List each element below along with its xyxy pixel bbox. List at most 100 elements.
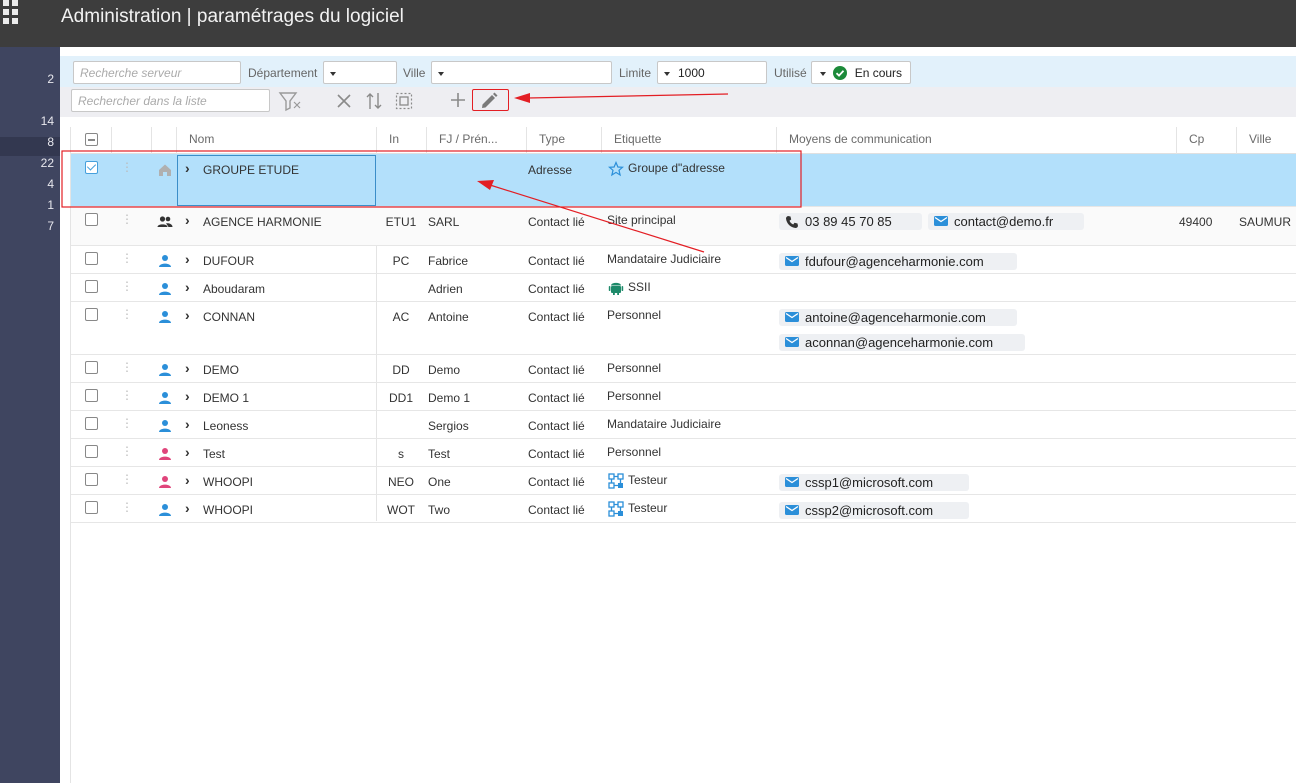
- row-menu-icon[interactable]: ⋮: [121, 252, 133, 264]
- expand-chevron-icon[interactable]: ›: [185, 388, 190, 404]
- table-row[interactable]: ⋮ › DEMO DD Demo Contact lié Personnel: [71, 355, 1296, 383]
- sort-icon[interactable]: [365, 91, 383, 111]
- expand-chevron-icon[interactable]: ›: [185, 251, 190, 267]
- row-menu-icon[interactable]: ⋮: [121, 445, 133, 457]
- select-all-icon[interactable]: [395, 92, 413, 110]
- column-divider: [601, 127, 602, 154]
- row-menu-icon[interactable]: ⋮: [121, 280, 133, 292]
- table-row[interactable]: ⋮ › Leoness Sergios Contact lié Mandataire Ju…: [71, 411, 1296, 439]
- row-menu-icon[interactable]: ⋮: [121, 501, 133, 513]
- table-row[interactable]: ⋮ › AGENCE HARMONIE ETU1 SARL Contact lié Site…: [71, 207, 1296, 246]
- email-chip[interactable]: contact@demo.fr: [928, 213, 1084, 230]
- column-header-fj[interactable]: FJ / Prén...: [439, 132, 498, 146]
- list-search-input[interactable]: Rechercher dans la liste: [71, 89, 270, 112]
- cell-type: Contact lié: [528, 391, 585, 405]
- row-menu-icon[interactable]: ⋮: [121, 361, 133, 373]
- rail-item[interactable]: 7: [14, 219, 54, 233]
- row-checkbox[interactable]: [85, 308, 98, 321]
- column-header-nom[interactable]: Nom: [189, 132, 214, 146]
- cell-nom: Leoness: [203, 419, 249, 433]
- phone-chip[interactable]: 03 89 45 70 85: [779, 213, 922, 230]
- apps-grid-icon[interactable]: [3, 0, 23, 32]
- row-checkbox[interactable]: [85, 473, 98, 486]
- table-row[interactable]: ⋮ › DEMO 1 DD1 Demo 1 Contact lié Personnel: [71, 383, 1296, 411]
- table-row[interactable]: ⋮ › WHOOPI NEO One Contact lié Testeur cssp1@mi…: [71, 467, 1296, 495]
- cell-in: AC: [392, 310, 410, 324]
- row-checkbox[interactable]: [85, 252, 98, 265]
- phone-icon: [785, 215, 799, 232]
- column-header-in[interactable]: In: [389, 132, 399, 146]
- email-chip[interactable]: antoine@agenceharmonie.com: [779, 309, 1017, 326]
- table-row[interactable]: ⋮ › CONNAN AC Antoine Contact lié Personnel ant…: [71, 302, 1296, 355]
- table-row[interactable]: ⋮ › Test s Test Contact lié Personnel: [71, 439, 1296, 467]
- table-row[interactable]: ⋮ › GROUPE ETUDE Adresse Groupe d"adresse: [71, 154, 1296, 207]
- expand-chevron-icon[interactable]: ›: [185, 500, 190, 516]
- email-chip[interactable]: aconnan@agenceharmonie.com: [779, 334, 1025, 351]
- cell-nom: DEMO 1: [203, 391, 250, 405]
- cell-type: Contact lié: [528, 254, 585, 268]
- filter-icon[interactable]: [278, 90, 302, 112]
- person-icon: [157, 309, 173, 328]
- expand-chevron-icon[interactable]: ›: [185, 307, 190, 323]
- row-menu-icon[interactable]: ⋮: [121, 213, 133, 225]
- table-row[interactable]: ⋮ › WHOOPI WOT Two Contact lié Testeur cssp2@mi…: [71, 495, 1296, 523]
- city-select[interactable]: [431, 61, 612, 84]
- used-select[interactable]: En cours: [811, 61, 911, 84]
- expand-chevron-icon[interactable]: ›: [185, 472, 190, 488]
- expand-chevron-icon[interactable]: ›: [185, 416, 190, 432]
- column-header-cp[interactable]: Cp: [1189, 132, 1204, 146]
- column-divider: [426, 127, 427, 154]
- rail-item[interactable]: 4: [14, 177, 54, 191]
- mail-icon: [785, 336, 799, 351]
- expand-chevron-icon[interactable]: ›: [185, 279, 190, 295]
- expand-chevron-icon[interactable]: ›: [185, 360, 190, 376]
- rail-item[interactable]: 8: [14, 135, 54, 149]
- row-checkbox[interactable]: [85, 417, 98, 430]
- row-menu-icon[interactable]: ⋮: [121, 161, 133, 173]
- rail-item[interactable]: 1: [14, 198, 54, 212]
- row-checkbox[interactable]: [85, 501, 98, 514]
- rail-item[interactable]: 2: [14, 72, 54, 86]
- row-checkbox[interactable]: [85, 213, 98, 226]
- rail-item[interactable]: 14: [14, 114, 54, 128]
- cell-nom: WHOOPI: [203, 503, 253, 517]
- limit-label: Limite: [619, 66, 652, 80]
- mail-icon: [785, 476, 799, 491]
- cell-in: s: [398, 447, 404, 461]
- cell-nom: Test: [203, 447, 226, 461]
- cell-type: Contact lié: [528, 503, 585, 517]
- column-header-ville[interactable]: Ville: [1249, 132, 1271, 146]
- limit-select[interactable]: 1000: [657, 61, 767, 84]
- table-row[interactable]: ⋮ › DUFOUR PC Fabrice Contact lié Mandataire J…: [71, 246, 1296, 274]
- clear-icon[interactable]: [336, 93, 352, 109]
- select-all-checkbox[interactable]: [85, 133, 98, 146]
- email-chip[interactable]: cssp2@microsoft.com: [779, 502, 969, 519]
- cell-type: Adresse: [528, 163, 573, 177]
- row-checkbox[interactable]: [85, 389, 98, 402]
- email-chip[interactable]: cssp1@microsoft.com: [779, 474, 969, 491]
- department-select[interactable]: [323, 61, 397, 84]
- table-row[interactable]: ⋮ › Aboudaram Adrien Contact lié SSII: [71, 274, 1296, 302]
- row-menu-icon[interactable]: ⋮: [121, 308, 133, 320]
- row-menu-icon[interactable]: ⋮: [121, 473, 133, 485]
- column-header-type[interactable]: Type: [539, 132, 565, 146]
- cell-etiquette: Site principal: [607, 213, 676, 227]
- row-menu-icon[interactable]: ⋮: [121, 389, 133, 401]
- expand-chevron-icon[interactable]: ›: [185, 212, 190, 228]
- cell-etiquette: Mandataire Judiciaire: [607, 252, 722, 266]
- server-search-input[interactable]: Recherche serveur: [73, 61, 241, 84]
- row-checkbox[interactable]: [85, 280, 98, 293]
- email-chip[interactable]: fdufour@agenceharmonie.com: [779, 253, 1017, 270]
- row-checkbox[interactable]: [85, 445, 98, 458]
- cell-nom: AGENCE HARMONIE: [203, 215, 322, 229]
- row-checkbox[interactable]: [85, 161, 98, 174]
- column-header-moyens[interactable]: Moyens de communication: [789, 132, 932, 146]
- column-header-etiquette[interactable]: Etiquette: [614, 132, 661, 146]
- row-menu-icon[interactable]: ⋮: [121, 417, 133, 429]
- cell-fj: Fabrice: [428, 254, 469, 268]
- cell-nom: DEMO: [203, 363, 239, 377]
- row-checkbox[interactable]: [85, 361, 98, 374]
- expand-chevron-icon[interactable]: ›: [185, 444, 190, 460]
- add-icon[interactable]: [450, 92, 466, 108]
- rail-item[interactable]: 22: [14, 156, 54, 170]
